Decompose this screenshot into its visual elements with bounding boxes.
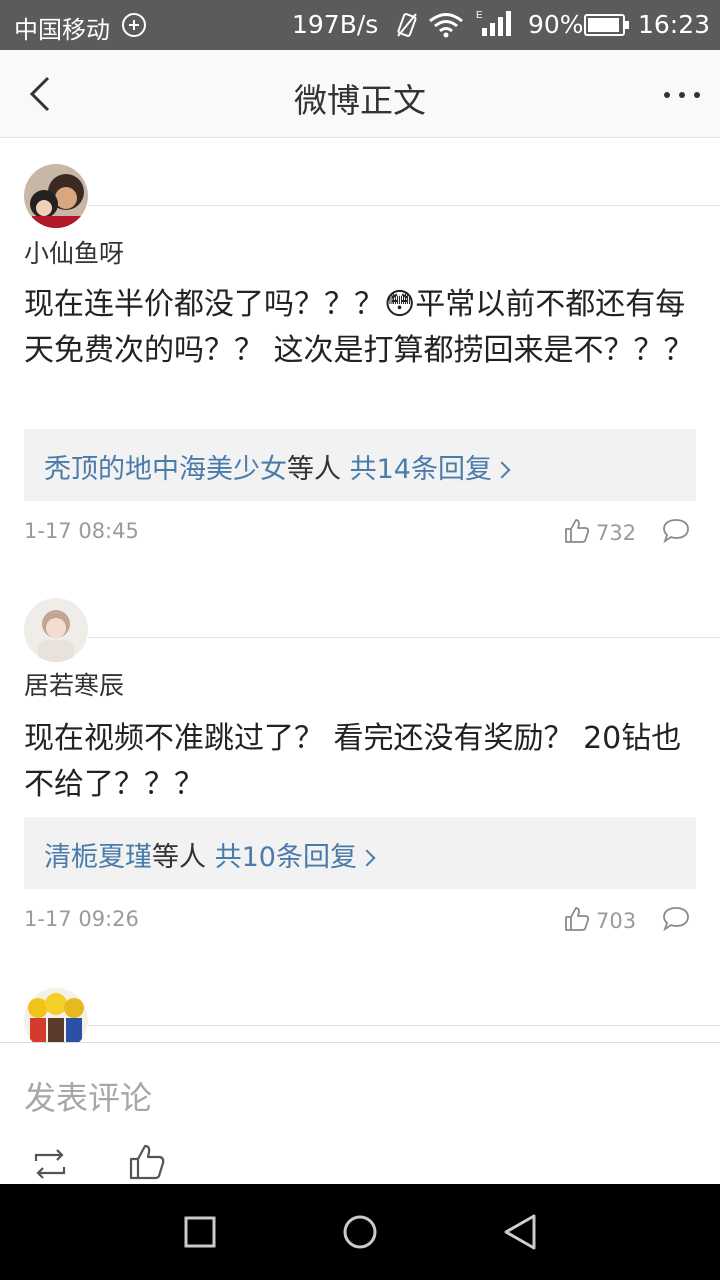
comment-time: 1-17 09:26 (24, 907, 139, 931)
comment-item: 居若寒辰 现在视频不准跳过了？ 看完还没有奖励？ 20钻也不给了？？？ 清栀夏瑾… (0, 578, 720, 988)
clock: 16:23 (638, 10, 711, 39)
comment-item-partial (0, 988, 720, 1042)
square-nav-icon[interactable] (180, 1212, 220, 1252)
like-count: 703 (596, 909, 637, 933)
avatar[interactable] (24, 598, 88, 662)
username[interactable]: 居若寒辰 (24, 666, 124, 702)
circle-nav-icon[interactable] (340, 1212, 380, 1252)
compose-bar: 发表评论 (0, 1042, 720, 1184)
reply-summary[interactable]: 秃顶的地中海美少女等人 共14条回复 (24, 429, 696, 501)
reply-others: 等人 (152, 842, 206, 873)
avatar[interactable] (24, 988, 88, 1042)
reply-users[interactable]: 清栀夏瑾 (44, 842, 152, 873)
hd-plus-icon (122, 13, 146, 37)
signal-icon: E (476, 10, 511, 36)
like-count: 732 (596, 521, 637, 545)
page-title: 微博正文 (294, 81, 426, 120)
battery-icon (584, 14, 629, 36)
battery-percent: 90% (528, 10, 584, 39)
divider (88, 205, 720, 206)
status-bar: 中国移动 197B/s E 90% 16:23 (0, 0, 720, 50)
username[interactable]: 小仙鱼呀 (24, 234, 124, 270)
more-icon[interactable] (662, 90, 702, 100)
carrier-label: 中国移动 (14, 16, 110, 44)
repost-icon[interactable] (30, 1147, 70, 1181)
comment-text: 现在视频不准跳过了？ 看完还没有奖励？ 20钻也不给了？？？ (24, 721, 682, 802)
like-icon[interactable] (564, 906, 590, 932)
comment-text: 现在连半价都没了吗？？？😳平常以前不都还有每天免费次的吗？？ 这次是打算都捞回来… (24, 287, 694, 368)
network-speed: 197B/s (292, 10, 379, 39)
network-type-label: E (476, 10, 483, 21)
like-icon[interactable] (564, 518, 590, 544)
reply-summary-line: 秃顶的地中海美少女等人 共14条回复 (44, 447, 511, 486)
comment-item: 小仙鱼呀 现在连半价都没了吗？？？😳平常以前不都还有每天免费次的吗？？ 这次是打… (0, 138, 720, 578)
wifi-icon (429, 13, 463, 38)
system-nav-bar (0, 1184, 720, 1280)
comment-icon[interactable] (662, 518, 690, 544)
reply-others: 等人 (287, 454, 341, 485)
reply-summary[interactable]: 清栀夏瑾等人 共10条回复 (24, 817, 696, 889)
nav-header: 微博正文 (0, 50, 720, 138)
triangle-nav-icon[interactable] (500, 1212, 540, 1252)
like-icon[interactable] (128, 1143, 166, 1181)
divider (88, 1025, 720, 1026)
reply-summary-line: 清栀夏瑾等人 共10条回复 (44, 835, 376, 874)
chevron-right-icon (358, 849, 376, 867)
reply-users[interactable]: 秃顶的地中海美少女 (44, 454, 287, 485)
avatar[interactable] (24, 164, 88, 228)
comment-input[interactable]: 发表评论 (24, 1073, 152, 1119)
reply-count[interactable]: 共14条回复 (350, 454, 492, 485)
divider (88, 637, 720, 638)
chevron-right-icon (493, 461, 511, 479)
vibrate-icon (397, 13, 417, 37)
comment-time: 1-17 08:45 (24, 519, 139, 543)
reply-count[interactable]: 共10条回复 (215, 842, 357, 873)
comment-icon[interactable] (662, 906, 690, 932)
